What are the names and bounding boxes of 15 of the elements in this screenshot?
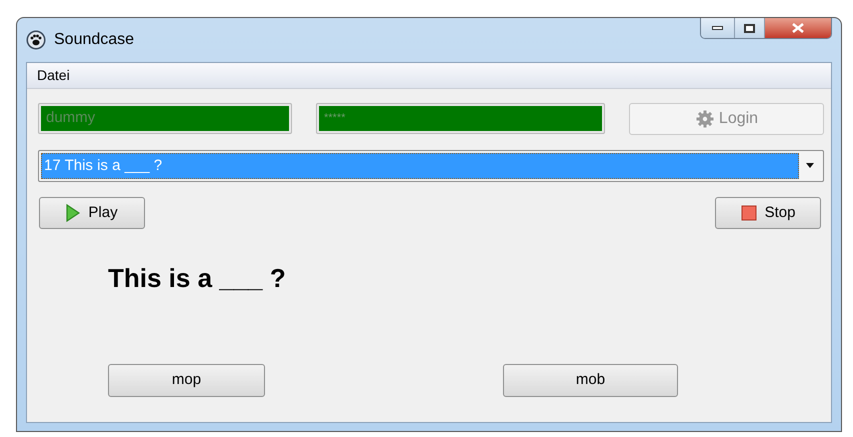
paw-icon	[26, 30, 46, 50]
maximize-button[interactable]	[735, 18, 765, 38]
menu-item[interactable]: Datei	[37, 65, 70, 86]
gear-icon	[694, 110, 715, 128]
window-title: Soundcase	[54, 30, 134, 50]
close-icon	[792, 23, 804, 33]
answer-button[interactable]: mop	[108, 364, 265, 397]
play-button[interactable]: Play	[39, 197, 145, 229]
play-icon	[66, 204, 80, 222]
close-button[interactable]	[765, 18, 831, 38]
stop-button[interactable]: Stop	[715, 197, 821, 229]
stop-icon	[740, 205, 757, 221]
answer-button[interactable]: mob	[503, 364, 678, 397]
question-text: This is a ___ ?	[108, 263, 286, 293]
minimize-button[interactable]	[701, 18, 735, 38]
